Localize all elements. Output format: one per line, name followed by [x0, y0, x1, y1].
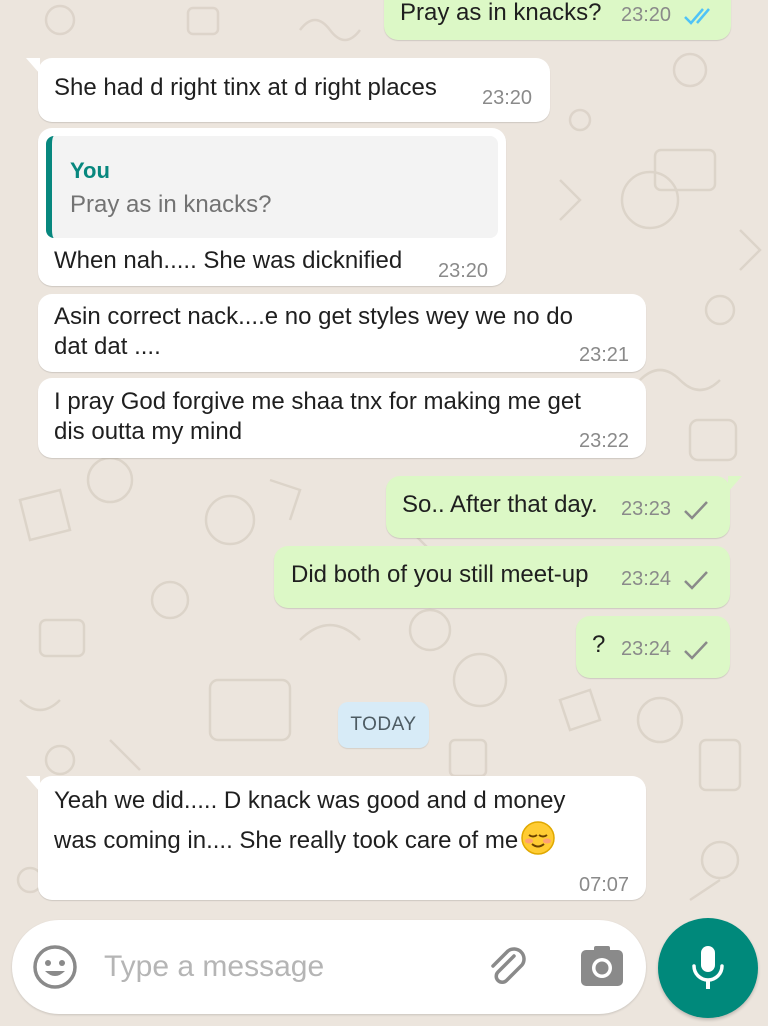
- message-text: When nah..... She was dicknified: [54, 247, 403, 274]
- quote-text: Pray as in knacks?: [70, 191, 272, 218]
- message-outgoing[interactable]: ? 23:24: [576, 616, 730, 678]
- message-time: 23:24: [621, 564, 709, 594]
- message-time: 23:23: [621, 494, 709, 524]
- attach-icon[interactable]: [484, 944, 532, 992]
- message-text: ?: [592, 631, 606, 658]
- message-time: 23:24: [621, 634, 709, 664]
- quote-author: You: [70, 158, 110, 183]
- bubble-tail: [26, 58, 40, 74]
- message-composer[interactable]: Type a message: [12, 920, 646, 1014]
- message-outgoing[interactable]: Pray as in knacks? 23:20: [384, 0, 731, 40]
- message-text: So.. After that day.: [402, 491, 598, 518]
- message-time: 23:20: [482, 87, 533, 109]
- message-text: I pray God forgive me shaa tnx for makin…: [54, 388, 581, 415]
- message-text: Yeah we did..... D knack was good and d …: [54, 787, 566, 814]
- message-text: Pray as in knacks?: [400, 0, 602, 26]
- time-label: 23:24: [621, 638, 672, 660]
- time-label: 23:24: [621, 568, 672, 590]
- mic-icon: [692, 946, 724, 989]
- voice-record-button[interactable]: [658, 918, 758, 1018]
- message-outgoing[interactable]: So.. After that day. 23:23: [386, 476, 742, 538]
- message-time: 23:22: [579, 430, 630, 452]
- message-outgoing[interactable]: Did both of you still meet-up 23:24: [274, 546, 730, 608]
- double-check-read-icon: [683, 7, 710, 25]
- message-incoming[interactable]: I pray God forgive me shaa tnx for makin…: [38, 378, 646, 458]
- message-text: was coming in.... She really took care o…: [54, 820, 556, 856]
- message-input[interactable]: Type a message: [104, 950, 324, 984]
- camera-icon[interactable]: [578, 944, 626, 990]
- message-text-line: was coming in.... She really took care o…: [54, 827, 519, 854]
- day-separator: TODAY: [338, 702, 429, 748]
- message-time: 23:21: [579, 344, 630, 366]
- single-check-icon: [683, 570, 708, 590]
- time-label: 23:23: [621, 498, 672, 520]
- relieved-face-emoji-icon: [521, 821, 555, 855]
- message-text: dis outta my mind: [54, 418, 243, 445]
- message-time: 23:20: [621, 0, 717, 30]
- single-check-icon: [683, 640, 708, 660]
- message-text: Asin correct nack....e no get styles wey…: [54, 303, 573, 330]
- message-text: She had d right tinx at d right places: [54, 74, 437, 101]
- message-time: 07:07: [579, 874, 630, 896]
- time-label: 23:20: [621, 4, 672, 26]
- message-incoming[interactable]: She had d right tinx at d right places 2…: [26, 58, 550, 122]
- message-text: Did both of you still meet-up: [291, 561, 589, 588]
- message-incoming[interactable]: Yeah we did..... D knack was good and d …: [26, 776, 646, 900]
- emoji-icon[interactable]: [32, 944, 78, 990]
- message-time: 23:20: [438, 260, 489, 282]
- quoted-message[interactable]: You Pray as in knacks?: [46, 136, 498, 238]
- message-text: dat dat ....: [54, 333, 161, 360]
- bubble-tail: [728, 476, 742, 492]
- message-incoming[interactable]: Asin correct nack....e no get styles wey…: [38, 294, 646, 372]
- bubble-tail: [26, 776, 40, 792]
- single-check-icon: [683, 500, 708, 520]
- message-incoming-reply[interactable]: You Pray as in knacks? When nah..... She…: [38, 128, 506, 286]
